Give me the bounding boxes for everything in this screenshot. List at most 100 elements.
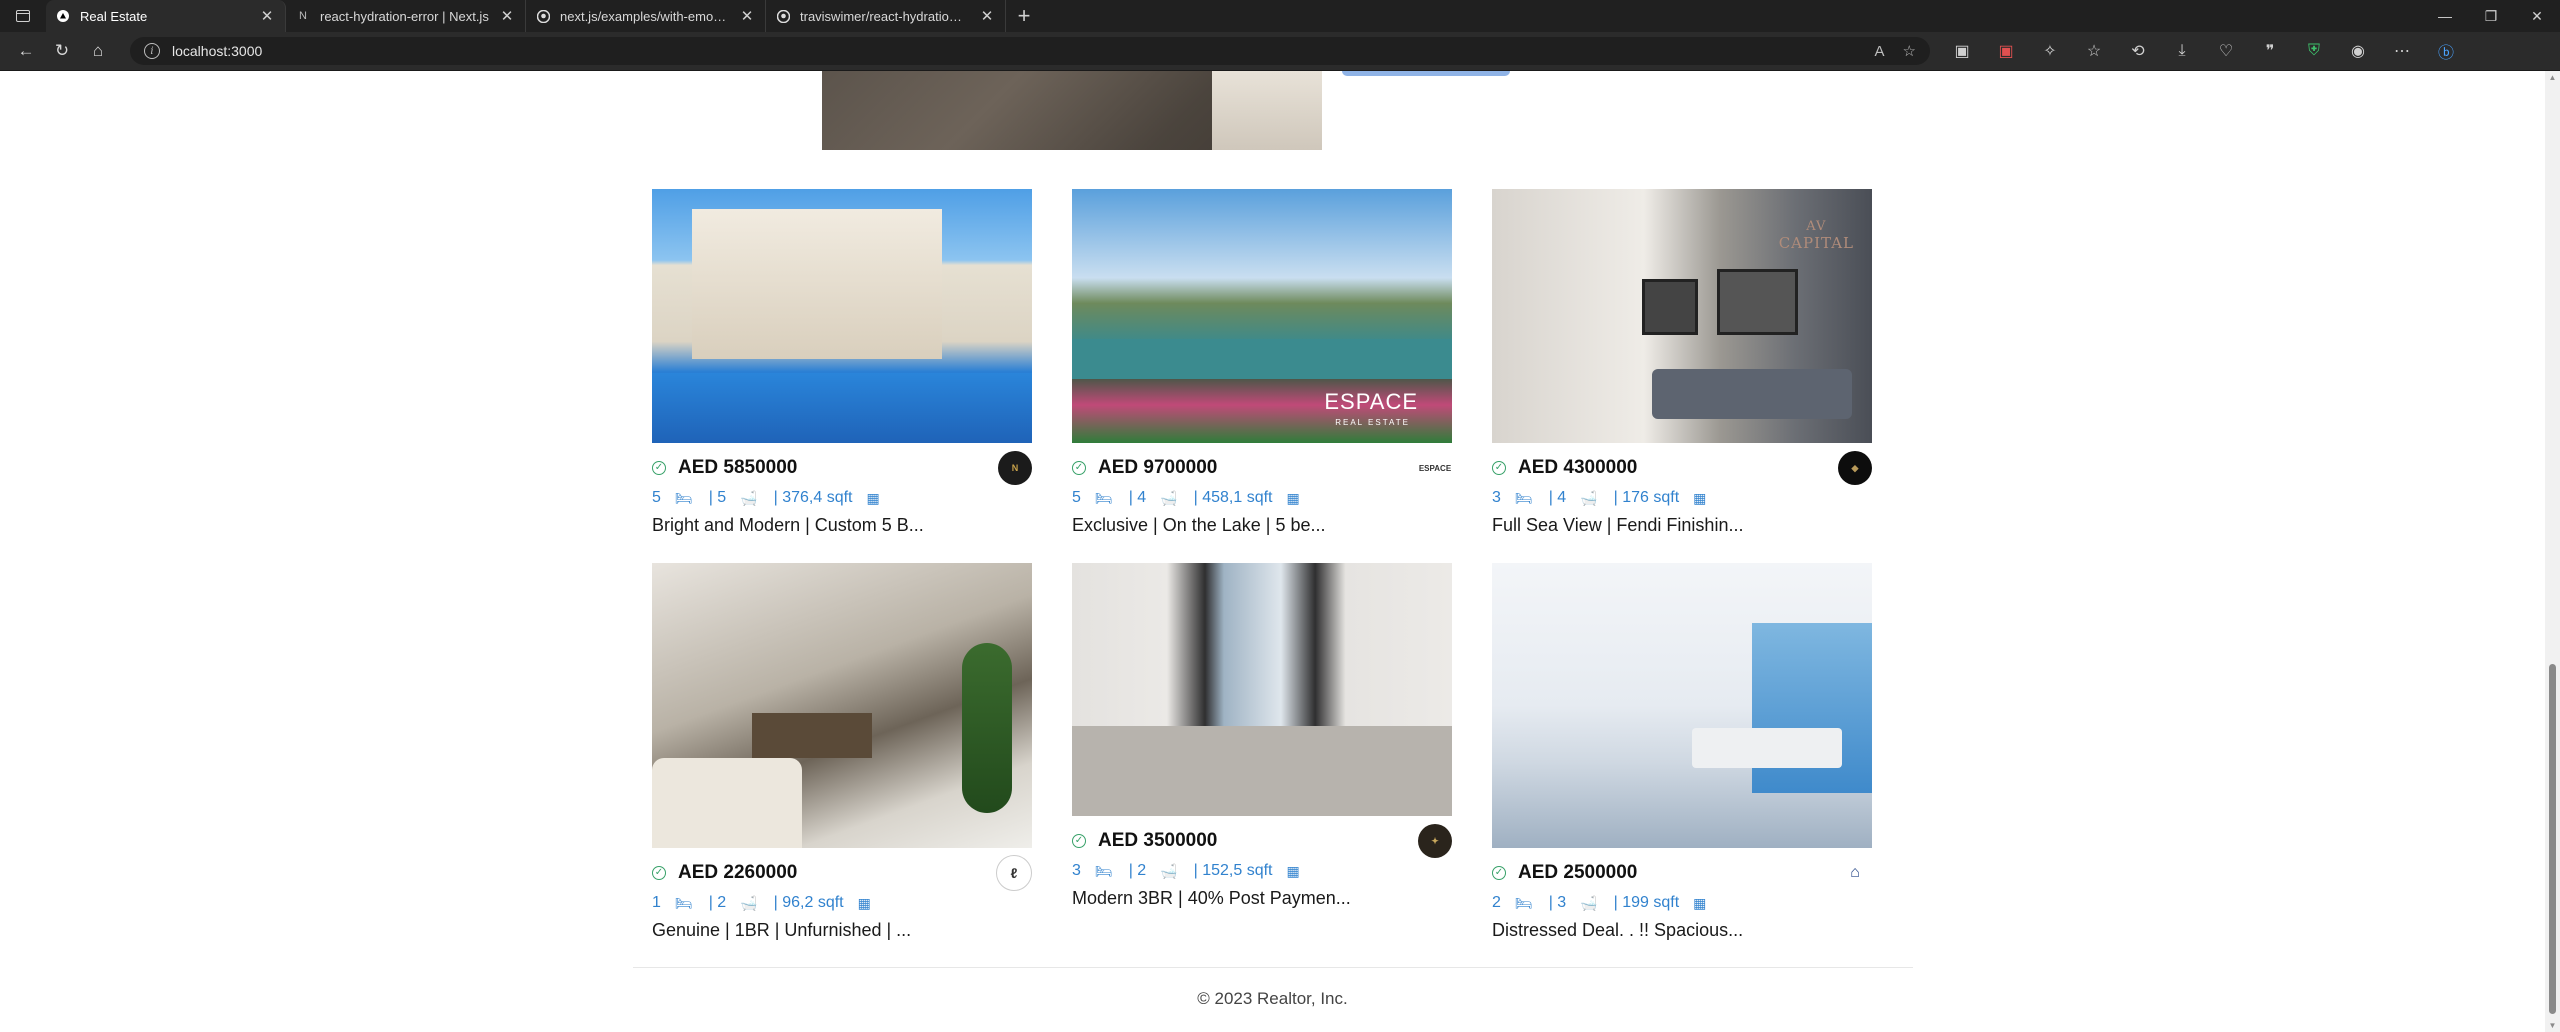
tab-github-emotion[interactable]: next.js/examples/with-emotion a ✕ xyxy=(526,0,766,32)
tab-real-estate[interactable]: Real Estate ✕ xyxy=(46,0,286,32)
listing-title: Bright and Modern | Custom 5 B... xyxy=(652,515,924,535)
bath-icon: 🛁 xyxy=(1580,894,1598,911)
bed-icon: 🛏 xyxy=(674,894,693,911)
verified-check-icon: ✓ xyxy=(652,866,666,880)
baths-count: | 4 xyxy=(1548,489,1567,506)
area-size: | 458,1 sqft xyxy=(1193,489,1273,506)
listing-card[interactable]: ✓ AED 3500000 ✦ 3 🛏 | 2 🛁 | 152,5 sqft ▦… xyxy=(1072,563,1452,914)
close-window-button[interactable]: ✕ xyxy=(2514,0,2560,32)
bath-icon: 🛁 xyxy=(1160,862,1178,879)
footer-text: © 2023 Realtor, Inc. xyxy=(1197,989,1348,1008)
grid-icon: ▦ xyxy=(1286,862,1300,879)
listing-photo[interactable]: AV CAPITAL xyxy=(1492,189,1872,443)
profile-avatar-icon[interactable]: ◉ xyxy=(2336,32,2380,70)
tab-title: Real Estate xyxy=(80,8,148,24)
browser-tab-bar: Real Estate ✕ N react-hydration-error | … xyxy=(0,0,2560,32)
hero-button[interactable] xyxy=(1342,71,1510,76)
close-tab-icon[interactable]: ✕ xyxy=(259,7,275,25)
listing-title: Genuine | 1BR | Unfurnished | ... xyxy=(652,920,912,940)
github-icon xyxy=(776,9,790,23)
bed-icon: 🛏 xyxy=(674,489,693,506)
page-scrollbar[interactable]: ▲ ▼ xyxy=(2545,71,2560,1032)
site-info-icon[interactable]: i xyxy=(144,43,160,59)
bath-icon: 🛁 xyxy=(1580,489,1598,506)
listing-photo[interactable] xyxy=(1492,563,1872,848)
quote-icon[interactable]: ❞ xyxy=(2248,32,2292,70)
close-tab-icon[interactable]: ✕ xyxy=(499,7,515,25)
favorite-star-icon[interactable]: ☆ xyxy=(1903,42,1916,60)
listing-photo[interactable] xyxy=(652,189,1032,443)
listing-title: Full Sea View | Fendi Finishin... xyxy=(1492,515,1744,535)
downloads-icon[interactable]: ⤓ xyxy=(2160,32,2204,70)
address-bar[interactable]: i localhost:3000 A ☆ xyxy=(130,37,1930,65)
listing-photo[interactable] xyxy=(652,563,1032,848)
more-options-icon[interactable]: ⋯ xyxy=(2380,32,2424,70)
verified-check-icon: ✓ xyxy=(1072,461,1086,475)
extensions-puzzle-icon[interactable]: ✧ xyxy=(2028,32,2072,70)
extension-red-icon[interactable]: ▣ xyxy=(1984,32,2028,70)
agency-logo: ⌂ xyxy=(1838,856,1872,890)
verified-check-icon: ✓ xyxy=(1492,461,1506,475)
minimize-button[interactable]: — xyxy=(2422,0,2468,32)
listing-card[interactable]: ✓ AED 2500000 ⌂ 2 🛏 | 3 🛁 | 199 sqft ▦ D… xyxy=(1492,563,1872,946)
triangle-icon xyxy=(56,9,70,23)
browser-essentials-icon[interactable]: ⛨ xyxy=(2292,32,2336,70)
close-tab-icon[interactable]: ✕ xyxy=(979,7,995,25)
grid-icon: ▦ xyxy=(857,894,871,911)
verified-check-icon: ✓ xyxy=(1072,834,1086,848)
close-tab-icon[interactable]: ✕ xyxy=(739,7,755,25)
area-size: | 376,4 sqft xyxy=(773,489,853,506)
baths-count: | 5 xyxy=(708,489,727,506)
github-icon xyxy=(536,9,550,23)
listing-price: AED 3500000 xyxy=(1098,830,1218,851)
agency-logo: ESPACE xyxy=(1418,451,1452,485)
reload-button[interactable]: ↻ xyxy=(44,32,80,70)
tab-nextjs-docs[interactable]: N react-hydration-error | Next.js ✕ xyxy=(286,0,526,32)
new-tab-button[interactable]: + xyxy=(1006,0,1042,32)
tab-title: traviswimer/react-hydration-pro xyxy=(800,8,969,24)
listing-photo[interactable]: ESPACE REAL ESTATE xyxy=(1072,189,1452,443)
scrollbar-thumb[interactable] xyxy=(2549,664,2556,1014)
home-button[interactable]: ⌂ xyxy=(80,32,116,70)
history-icon[interactable]: ⟲ xyxy=(2116,32,2160,70)
address-text: localhost:3000 xyxy=(172,43,263,59)
listing-card[interactable]: AV CAPITAL ✓ AED 4300000 ◆ 3 🛏 | 4 🛁 | 1… xyxy=(1492,189,1872,541)
verified-check-icon: ✓ xyxy=(1492,866,1506,880)
listing-title: Modern 3BR | 40% Post Paymen... xyxy=(1072,888,1351,908)
area-size: | 176 sqft xyxy=(1613,489,1680,506)
listing-card[interactable]: ESPACE REAL ESTATE ✓ AED 9700000 ESPACE … xyxy=(1072,189,1452,541)
listing-card[interactable]: ✓ AED 5850000 N 5 🛏 | 5 🛁 | 376,4 sqft ▦… xyxy=(652,189,1032,541)
photo-watermark-sub: REAL ESTATE xyxy=(1335,418,1410,427)
extension-icon[interactable]: ▣ xyxy=(1940,32,1984,70)
grid-icon: ▦ xyxy=(1693,894,1707,911)
tab-actions-icon xyxy=(16,10,30,22)
grid-icon: ▦ xyxy=(1286,489,1300,506)
scroll-up-icon[interactable]: ▲ xyxy=(2548,73,2557,82)
performance-icon[interactable]: ♡ xyxy=(2204,32,2248,70)
area-size: | 199 sqft xyxy=(1613,894,1680,911)
baths-count: | 4 xyxy=(1128,489,1147,506)
copilot-icon[interactable]: ⓑ xyxy=(2424,32,2468,70)
tab-actions-button[interactable] xyxy=(0,0,46,32)
listing-price: AED 9700000 xyxy=(1098,457,1218,478)
hero-image xyxy=(822,71,1322,150)
back-button[interactable]: ← xyxy=(8,32,44,70)
tab-github-hydration[interactable]: traviswimer/react-hydration-pro ✕ xyxy=(766,0,1006,32)
photo-watermark-text: CAPITAL xyxy=(1778,234,1854,252)
restore-button[interactable]: ❐ xyxy=(2468,0,2514,32)
bed-icon: 🛏 xyxy=(1514,894,1533,911)
page-viewport: ✓ AED 5850000 N 5 🛏 | 5 🛁 | 376,4 sqft ▦… xyxy=(0,71,2545,1032)
area-size: | 96,2 sqft xyxy=(773,894,844,911)
rooms-count: 5 xyxy=(1072,489,1081,506)
browser-toolbar: ← ↻ ⌂ i localhost:3000 A ☆ ▣ ▣ ✧ ☆ ⟲ ⤓ ♡… xyxy=(0,32,2560,71)
grid-icon: ▦ xyxy=(866,489,880,506)
listing-card[interactable]: ✓ AED 2260000 ℓ 1 🛏 | 2 🛁 | 96,2 sqft ▦ … xyxy=(652,563,1032,946)
bed-icon: 🛏 xyxy=(1094,489,1113,506)
favorites-icon[interactable]: ☆ xyxy=(2072,32,2116,70)
verified-check-icon: ✓ xyxy=(652,461,666,475)
listing-photo[interactable] xyxy=(1072,563,1452,816)
read-aloud-icon[interactable]: A xyxy=(1875,43,1885,60)
rooms-count: 1 xyxy=(652,894,661,911)
rooms-count: 3 xyxy=(1072,862,1081,879)
scroll-down-icon[interactable]: ▼ xyxy=(2548,1021,2557,1030)
